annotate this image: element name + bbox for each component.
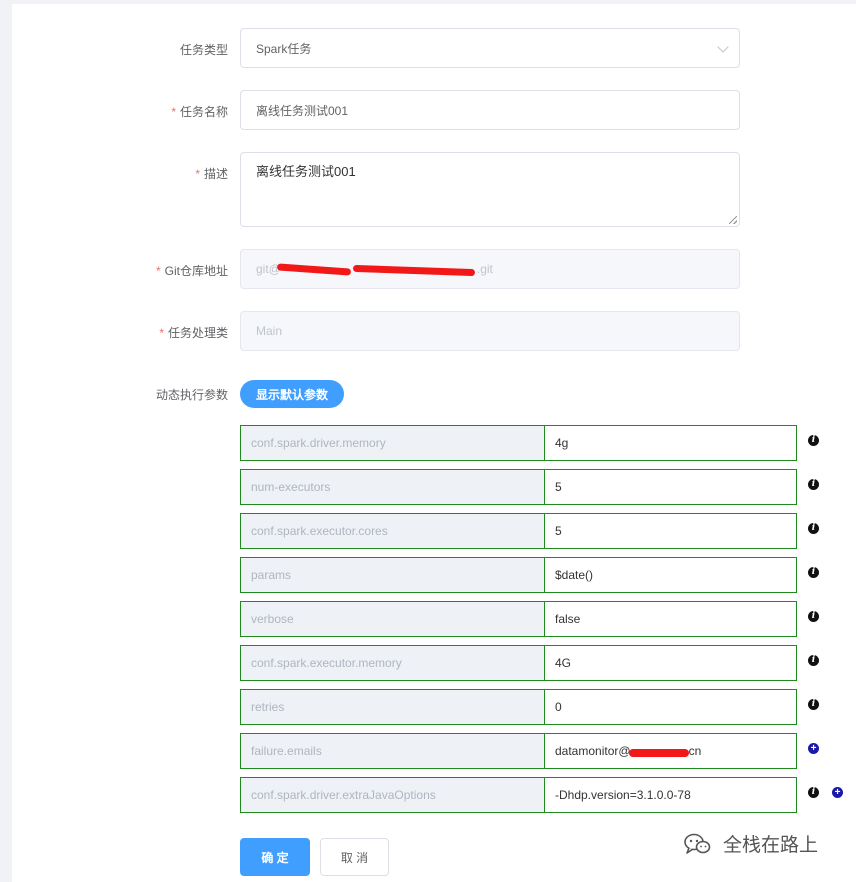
resize-handle-icon[interactable] [729,216,737,224]
param-key[interactable]: verbose [241,602,545,636]
param-value[interactable]: 4G [545,646,796,680]
git-repo-input[interactable]: git@ .git [240,249,740,289]
redaction-mark [276,263,352,276]
param-row: conf.spark.executor.cores 5 [240,513,797,549]
param-value[interactable]: 4g [545,426,796,460]
param-value[interactable]: 5 [545,514,796,548]
dynamic-params-label: 动态执行参数 [155,388,228,402]
info-icon[interactable]: i [808,611,819,622]
param-value[interactable]: false [545,602,796,636]
confirm-button[interactable]: 确 定 [240,838,310,876]
add-param-icon[interactable]: + [808,743,819,754]
info-icon[interactable]: i [808,699,819,710]
redaction-mark [629,749,689,757]
param-value[interactable]: 0 [545,690,796,724]
task-type-value: Spark任务 [256,41,312,56]
param-key[interactable]: conf.spark.driver.memory [241,426,545,460]
add-param-icon[interactable]: + [832,787,843,798]
handler-class-value: Main [256,324,283,338]
param-key[interactable]: params [241,558,545,592]
watermark-text: 全栈在路上 [723,835,819,856]
handler-class-input[interactable]: Main [240,311,740,351]
info-icon[interactable]: i [808,479,819,490]
git-repo-value-end: .git [476,262,493,276]
param-row: conf.spark.driver.extraJavaOptions -Dhdp… [240,777,797,813]
description-value: 离线任务测试001 [256,164,356,179]
info-icon[interactable]: i [808,435,819,446]
show-default-params-button[interactable]: 显示默认参数 [240,380,345,408]
description-label: * 描述 [195,167,228,181]
param-key[interactable]: conf.spark.executor.cores [241,514,545,548]
param-value[interactable]: datamonitor@ cn [545,734,796,768]
form-panel: 任务类型 Spark任务 * 任务名称 离线任务测试001 * 描述 离线任务测试0… [12,4,856,882]
param-row: retries 0 [240,689,797,725]
param-row: failure.emails datamonitor@ cn [240,733,797,769]
param-row: verbose false [240,601,797,637]
email-value-start: datamonitor@ [555,744,631,758]
info-icon[interactable]: i [808,787,819,798]
info-icon[interactable]: i [808,523,819,534]
param-value[interactable]: -Dhdp.version=3.1.0.0-78 [545,778,796,812]
param-value[interactable]: $date() [545,558,796,592]
watermark: 全栈在路上 [683,830,818,857]
task-name-label: * 任务名称 [171,105,228,119]
redaction-mark [352,264,476,277]
chat-bubbles-icon [684,833,711,854]
param-key[interactable]: num-executors [241,470,545,504]
task-type-label: 任务类型 [179,43,228,57]
param-key[interactable]: failure.emails [241,734,545,768]
param-key[interactable]: retries [241,690,545,724]
param-row: num-executors 5 [240,469,797,505]
param-value[interactable]: 5 [545,470,796,504]
task-type-select[interactable]: Spark任务 [240,28,740,68]
chevron-down-icon [717,41,729,53]
task-name-input[interactable]: 离线任务测试001 [240,90,740,130]
info-icon[interactable]: i [808,655,819,666]
cancel-button[interactable]: 取 消 [320,838,389,876]
param-row: conf.spark.executor.memory 4G [240,645,797,681]
param-key[interactable]: conf.spark.executor.memory [241,646,545,680]
info-icon[interactable]: i [808,567,819,578]
param-row: params $date() [240,557,797,593]
git-repo-label: * Git仓库地址 [155,264,228,278]
task-name-value: 离线任务测试001 [256,103,349,118]
param-row: conf.spark.driver.memory 4g [240,425,797,461]
handler-class-label: * 任务处理类 [159,326,228,340]
param-key[interactable]: conf.spark.driver.extraJavaOptions [241,778,545,812]
email-value-end: cn [688,744,702,758]
description-textarea[interactable]: 离线任务测试001 [240,152,740,227]
